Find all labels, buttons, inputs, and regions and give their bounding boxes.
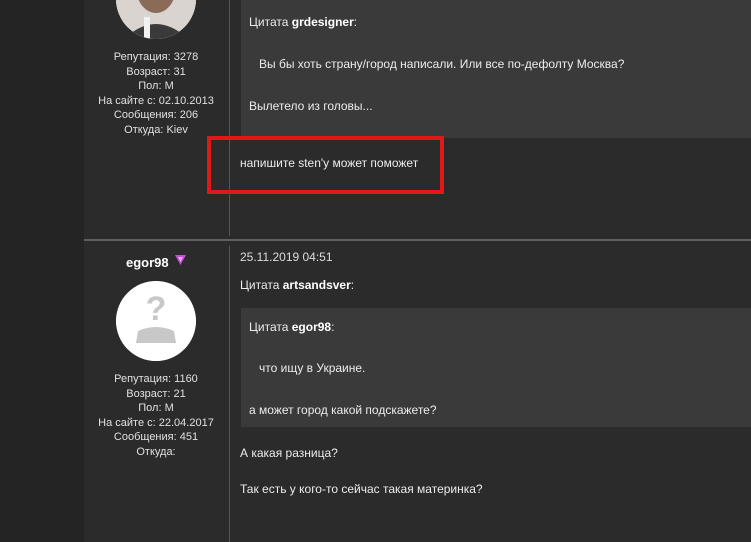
quote-label: Цитата: [249, 15, 292, 29]
quote-label: Цитата: [249, 320, 292, 334]
svg-text:?: ?: [146, 290, 167, 328]
quote-colon: :: [353, 15, 358, 29]
message-count: Сообщения: 451: [113, 431, 199, 443]
quote-colon: :: [331, 320, 335, 334]
user-placeholder-icon: ?: [116, 281, 196, 361]
post-date: 25.11.2019 04:51: [240, 250, 333, 264]
gender: Пол: М: [138, 80, 174, 92]
triangle-badge-icon: [174, 254, 187, 269]
location: Откуда: Kiev: [124, 123, 188, 136]
highlight-annotation: [207, 136, 444, 194]
reputation: Репутация: 3278: [113, 51, 199, 63]
location: Откуда:: [136, 445, 176, 458]
post2-outer-quote-header: Цитата artsandsver:: [240, 278, 354, 292]
quote-label: Цитата: [240, 278, 283, 292]
reputation: Репутация: 1160: [114, 373, 198, 385]
quote-author-link[interactable]: artsandsver: [283, 278, 351, 292]
post1-divider: [229, 0, 230, 236]
age: Возраст: 31: [126, 65, 186, 78]
username-link[interactable]: egor98: [126, 255, 169, 270]
quote-author-link[interactable]: grdesigner: [292, 15, 354, 29]
post2-outer-quote-text: а может город какой подскажете?: [249, 403, 437, 417]
message-count: Сообщения: 206: [113, 109, 199, 121]
post2-user-stats: Репутация: 1160 Возраст: 21 Пол: М На са…: [83, 372, 229, 459]
post2-divider: [229, 246, 230, 542]
default-avatar[interactable]: ?: [116, 281, 196, 361]
post2-inner-quote-text: что ищу в Украине.: [259, 361, 366, 375]
post-separator: [84, 239, 751, 241]
triangle-badge-svg: [175, 255, 186, 265]
quote-colon: :: [350, 278, 355, 292]
member-since: На сайте с: 02.10.2013: [98, 94, 214, 107]
member-since: На сайте с: 22.04.2017: [98, 416, 214, 429]
post1-quote-line2: Вылетело из головы...: [249, 99, 373, 113]
post1-quote-header: Цитата grdesigner:: [249, 15, 357, 29]
post1-quote-line1: Вы бы хоть страну/город написали. Или вс…: [259, 57, 625, 71]
left-gutter: [0, 0, 84, 542]
quote-author-link[interactable]: egor98: [292, 320, 331, 334]
post2-reply-line1: А какая разница?: [240, 446, 338, 460]
age: Возраст: 21: [126, 387, 186, 400]
gender: Пол: М: [138, 402, 174, 414]
post1-user-stats: Репутация: 3278 Возраст: 31 Пол: М На са…: [83, 50, 229, 137]
post2-inner-quote-header: Цитата egor98:: [249, 320, 334, 334]
post2-reply-line2: Так есть у кого-то сейчас такая материнк…: [240, 482, 483, 496]
